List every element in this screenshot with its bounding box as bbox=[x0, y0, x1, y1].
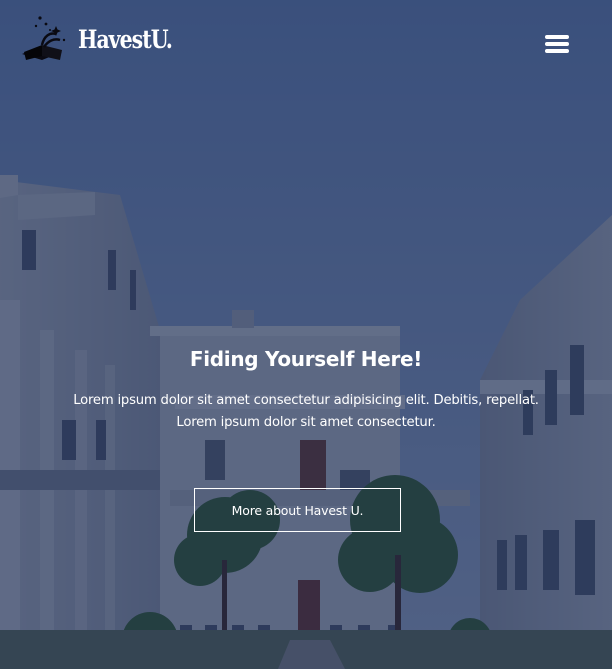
menu-bar bbox=[545, 42, 569, 46]
hamburger-menu-icon[interactable] bbox=[545, 33, 569, 55]
hero-description: Lorem ipsum dolor sit amet consectetur a… bbox=[46, 390, 566, 434]
brand-logo-link[interactable]: HavestU. bbox=[20, 14, 193, 64]
brand-name: HavestU. bbox=[78, 24, 173, 54]
more-about-button[interactable]: More about Havest U. bbox=[194, 488, 401, 532]
menu-bar bbox=[545, 49, 569, 53]
hero-title: Fiding Yourself Here! bbox=[189, 347, 423, 371]
hero-description-line: Lorem ipsum dolor sit amet consectetur. bbox=[176, 415, 436, 430]
navbar: HavestU. bbox=[0, 0, 612, 90]
hero-section: HavestU. Fiding Yourself Here! Lorem ips… bbox=[0, 0, 612, 669]
dark-blue-overlay bbox=[0, 0, 612, 669]
menu-bar bbox=[545, 35, 569, 39]
hero-content: Fiding Yourself Here! Lorem ipsum dolor … bbox=[0, 344, 612, 434]
book-stars-icon bbox=[22, 16, 66, 60]
hero-description-line: Lorem ipsum dolor sit amet consectetur a… bbox=[73, 393, 539, 408]
